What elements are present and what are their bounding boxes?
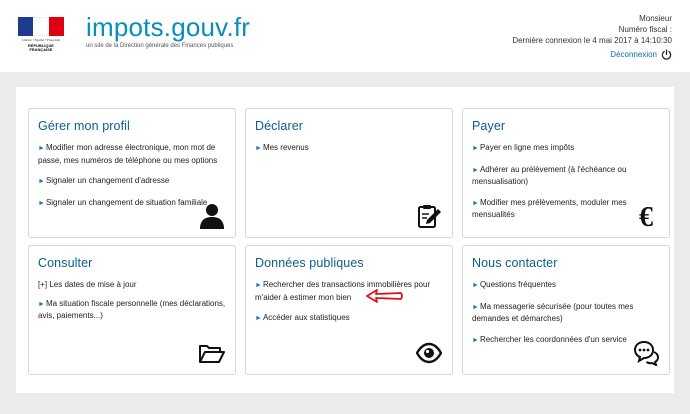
republic-name: RÉPUBLIQUE FRANÇAISE bbox=[28, 43, 54, 52]
republique-francaise-logo[interactable]: Liberté • Égalité • Fraternité RÉPUBLIQU… bbox=[18, 17, 64, 52]
link-label[interactable]: Adhérer au prélèvement (à l'échéance ou … bbox=[472, 165, 626, 187]
bullet-icon: ► bbox=[255, 315, 262, 322]
card-profil: Gérer mon profil ►Modifier mon adresse é… bbox=[28, 108, 236, 238]
brand-subtitle: un site de la Direction générale des Fin… bbox=[86, 43, 234, 49]
form-edit-icon bbox=[418, 205, 441, 228]
bullet-icon: ► bbox=[255, 282, 262, 289]
euro-icon: € bbox=[639, 203, 653, 229]
bullet-icon: ► bbox=[472, 199, 479, 207]
link-label[interactable]: Mes revenus bbox=[263, 143, 309, 152]
card-declarer: Déclarer ►Mes revenus bbox=[245, 108, 453, 238]
link-modifier-adresse-electronique[interactable]: ►Modifier mon adresse électronique, mon … bbox=[38, 142, 227, 166]
brand-logo[interactable]: impots.gouv.fr un site de la Direction g… bbox=[86, 13, 250, 49]
bullet-icon: ► bbox=[472, 282, 479, 289]
logout-label: Déconnexion bbox=[610, 50, 657, 59]
last-login: Dernière connexion le 4 mai 2017 à 14:10… bbox=[512, 36, 672, 45]
toggle-dates-mise-a-jour[interactable]: [+] Les dates de mise à jour bbox=[38, 279, 227, 291]
link-label[interactable]: Ma messagerie sécurisée (pour toutes mes… bbox=[472, 302, 633, 324]
card-nous-contacter: Nous contacter ►Questions fréquentes ►Ma… bbox=[462, 245, 670, 375]
link-payer-en-ligne[interactable]: ►Payer en ligne mes impôts bbox=[472, 142, 661, 155]
link-label[interactable]: Rechercher les coordonnées d'un service bbox=[480, 335, 627, 344]
bullet-icon: ► bbox=[472, 166, 479, 174]
bullet-icon: ► bbox=[38, 199, 45, 207]
link-questions-frequentes[interactable]: ►Questions fréquentes bbox=[472, 279, 661, 292]
toggle-label[interactable]: [+] Les dates de mise à jour bbox=[38, 280, 137, 289]
bullet-icon: ► bbox=[472, 145, 479, 152]
card-title-consulter[interactable]: Consulter bbox=[38, 256, 227, 270]
link-transactions-immobilieres[interactable]: ►Rechercher des transactions immobilière… bbox=[255, 279, 444, 303]
user-icon bbox=[200, 204, 224, 229]
bullet-icon: ► bbox=[38, 300, 45, 308]
power-icon bbox=[661, 49, 672, 60]
bullet-icon: ► bbox=[38, 145, 45, 152]
card-consulter: Consulter [+] Les dates de mise à jour ►… bbox=[28, 245, 236, 375]
card-donnees-publiques: Données publiques ►Rechercher des transa… bbox=[245, 245, 453, 375]
link-label[interactable]: Questions fréquentes bbox=[480, 280, 556, 289]
card-title-donnees-publiques[interactable]: Données publiques bbox=[255, 256, 444, 270]
link-statistiques[interactable]: ►Accéder aux statistiques bbox=[255, 312, 444, 325]
french-flag-icon bbox=[18, 17, 64, 36]
link-label[interactable]: Accéder aux statistiques bbox=[263, 313, 350, 322]
link-signaler-changement-adresse[interactable]: ►Signaler un changement d'adresse bbox=[38, 175, 227, 188]
annotation-arrow-icon bbox=[366, 289, 403, 303]
bullet-icon: ► bbox=[38, 178, 45, 185]
link-adherer-prelevement[interactable]: ►Adhérer au prélèvement (à l'échéance ou… bbox=[472, 164, 661, 188]
card-title-declarer[interactable]: Déclarer bbox=[255, 119, 444, 133]
fiscal-number-label: Numéro fiscal : bbox=[618, 25, 672, 34]
card-title-nous-contacter[interactable]: Nous contacter bbox=[472, 256, 661, 270]
logout-link[interactable]: Déconnexion bbox=[610, 49, 672, 60]
bullet-icon: ► bbox=[255, 145, 262, 152]
link-label[interactable]: Modifier mon adresse électronique, mon m… bbox=[38, 143, 217, 165]
link-label[interactable]: Ma situation fiscale personnelle (mes dé… bbox=[38, 299, 225, 321]
link-label[interactable]: Payer en ligne mes impôts bbox=[480, 143, 574, 152]
link-label[interactable]: Modifier mes prélèvements, moduler mes m… bbox=[472, 198, 627, 220]
folder-open-icon bbox=[199, 345, 225, 363]
user-title: Monsieur bbox=[639, 14, 672, 23]
user-info: Monsieur Numéro fiscal : Dernière connex… bbox=[512, 13, 672, 60]
svg-text:€: € bbox=[639, 203, 653, 229]
card-title-payer[interactable]: Payer bbox=[472, 119, 661, 133]
link-label[interactable]: Signaler un changement d'adresse bbox=[46, 176, 169, 185]
site-header: Liberté • Égalité • Fraternité RÉPUBLIQU… bbox=[0, 0, 690, 72]
card-title-profil[interactable]: Gérer mon profil bbox=[38, 119, 227, 133]
link-situation-fiscale[interactable]: ►Ma situation fiscale personnelle (mes d… bbox=[38, 298, 227, 322]
bullet-icon: ► bbox=[472, 336, 479, 344]
chat-bubbles-icon bbox=[633, 340, 659, 366]
link-mes-revenus[interactable]: ►Mes revenus bbox=[255, 142, 444, 155]
link-label[interactable]: Signaler un changement de situation fami… bbox=[46, 198, 207, 207]
brand-title: impots.gouv.fr bbox=[86, 12, 251, 42]
eye-icon bbox=[416, 342, 442, 364]
republic-motto: Liberté • Égalité • Fraternité bbox=[21, 38, 61, 42]
card-payer: Payer ►Payer en ligne mes impôts ►Adhére… bbox=[462, 108, 670, 238]
link-messagerie-securisee[interactable]: ►Ma messagerie sécurisée (pour toutes me… bbox=[472, 301, 661, 325]
bullet-icon: ► bbox=[472, 303, 479, 311]
